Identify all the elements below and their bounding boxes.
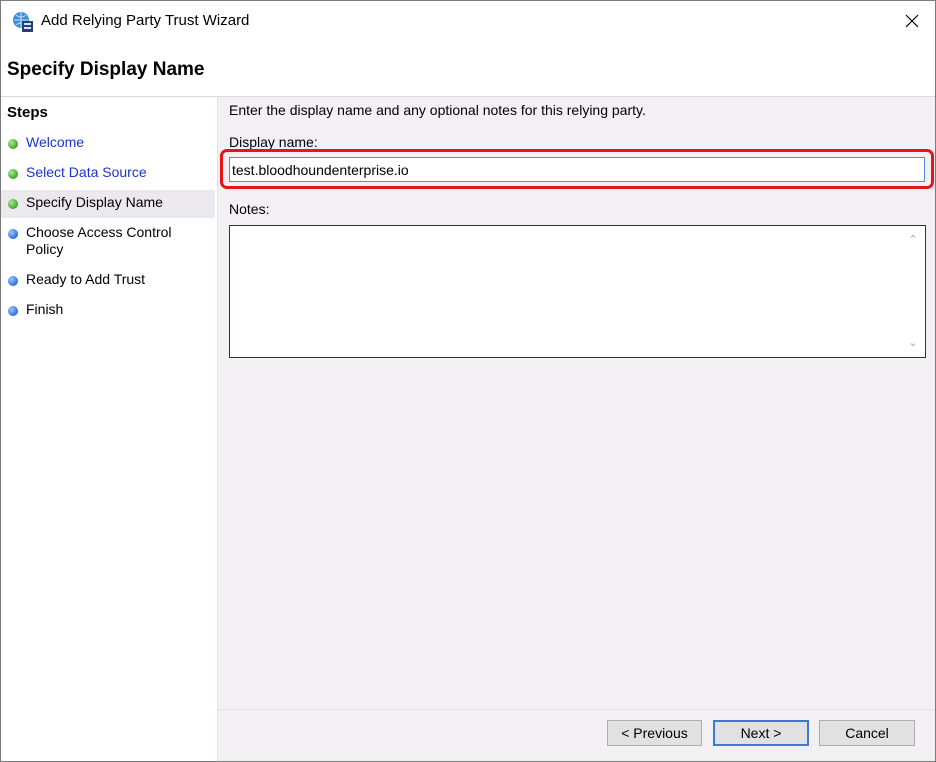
page-title: Specify Display Name <box>7 59 205 80</box>
step-choose-access-control-policy: Choose Access Control Policy <box>1 224 215 258</box>
step-label[interactable]: Welcome <box>26 134 206 151</box>
step-pending-bullet-icon <box>8 276 18 286</box>
close-icon <box>905 14 919 28</box>
step-completed-bullet-icon <box>8 169 18 179</box>
page-description: Enter the display name and any optional … <box>229 102 646 118</box>
display-name-input[interactable] <box>229 157 925 182</box>
next-button[interactable]: Next > <box>713 720 809 746</box>
page-header: Specify Display Name <box>1 41 935 97</box>
step-finish: Finish <box>1 301 215 318</box>
previous-button[interactable]: < Previous <box>607 720 702 746</box>
adfs-wizard-icon <box>13 12 33 32</box>
step-completed-bullet-icon <box>8 139 18 149</box>
window-title: Add Relying Party Trust Wizard <box>41 12 250 29</box>
steps-pane: Steps Welcome Select Data Source Specify… <box>1 97 218 761</box>
step-specify-display-name: Specify Display Name <box>1 190 215 218</box>
step-label[interactable]: Select Data Source <box>26 164 206 181</box>
scroll-up-icon[interactable]: ⌃ <box>907 234 919 246</box>
step-ready-to-add-trust: Ready to Add Trust <box>1 271 215 288</box>
step-pending-bullet-icon <box>8 306 18 316</box>
close-button[interactable] <box>897 7 927 35</box>
step-label: Ready to Add Trust <box>26 271 146 287</box>
step-label: Specify Display Name <box>26 194 163 210</box>
cancel-button[interactable]: Cancel <box>819 720 915 746</box>
display-name-label: Display name: <box>229 134 318 150</box>
notes-textarea[interactable]: ⌃ ⌄ <box>229 225 926 358</box>
step-current-bullet-icon <box>8 199 18 209</box>
step-pending-bullet-icon <box>8 229 18 239</box>
step-select-data-source[interactable]: Select Data Source <box>1 164 215 181</box>
button-bar-divider <box>218 709 935 710</box>
scroll-down-icon[interactable]: ⌄ <box>907 337 919 349</box>
steps-heading: Steps <box>7 104 48 121</box>
step-welcome[interactable]: Welcome <box>1 134 215 151</box>
content-pane: Enter the display name and any optional … <box>218 97 935 761</box>
wizard-window: Add Relying Party Trust Wizard Specify D… <box>0 0 936 762</box>
notes-label: Notes: <box>229 201 270 217</box>
step-label: Finish <box>26 301 64 317</box>
step-label: Choose Access Control Policy <box>26 224 172 257</box>
title-bar: Add Relying Party Trust Wizard <box>1 1 935 41</box>
